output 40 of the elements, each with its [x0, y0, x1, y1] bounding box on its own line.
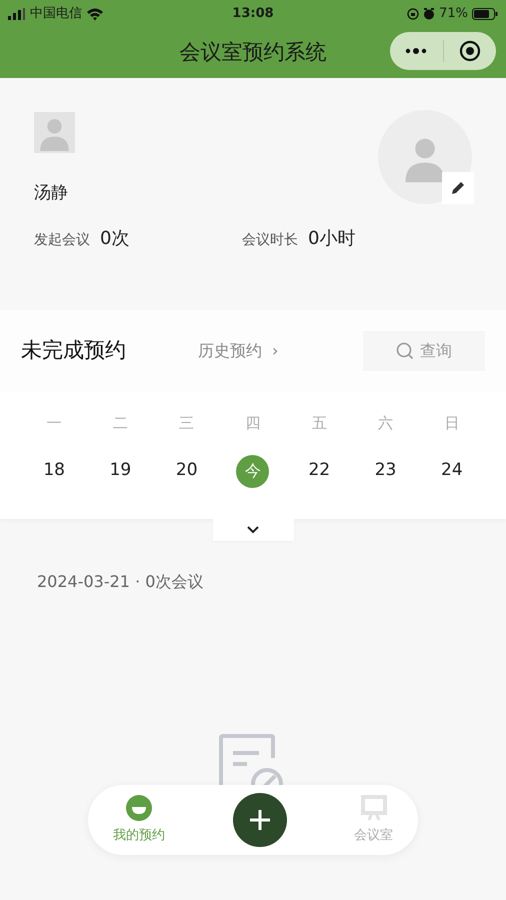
avatar-placeholder-icon	[34, 112, 75, 153]
weekday-label: 一	[46, 413, 62, 434]
weekday-label: 五	[312, 413, 327, 434]
date-summary: 2024-03-21 · 0次会议	[36, 571, 204, 593]
wifi-icon	[86, 8, 104, 20]
battery-icon	[472, 8, 498, 20]
clock-time: 13:08	[231, 5, 275, 24]
add-button[interactable]	[232, 793, 286, 847]
target-icon	[458, 40, 481, 62]
stat-value: 0小时	[308, 226, 356, 250]
user-name: 汤静	[34, 182, 68, 205]
section-title: 未完成预约	[21, 337, 127, 364]
day-cell[interactable]: 24	[435, 454, 468, 488]
weekday-label: 六	[378, 413, 394, 434]
stat-label: 会议时长	[242, 230, 298, 250]
weekday-label: 三	[179, 413, 194, 434]
plus-icon	[248, 809, 270, 831]
pencil-icon	[450, 180, 466, 196]
carrier-name: 中国电信	[30, 5, 82, 24]
day-cell[interactable]: 22	[302, 454, 336, 488]
alarm-icon	[423, 8, 436, 20]
weekday-label: 日	[444, 413, 460, 434]
rotation-lock-icon	[407, 8, 420, 20]
nav-title: 会议室预约系统	[180, 39, 326, 66]
more-icon	[405, 48, 428, 54]
day-cell[interactable]: 19	[104, 454, 137, 488]
day-cell[interactable]: 18	[38, 454, 71, 488]
weekday-label: 二	[112, 413, 128, 434]
battery-percent: 71%	[439, 5, 468, 24]
stat-value: 0次	[100, 226, 130, 250]
chevron-down-icon	[247, 526, 259, 534]
weekday-label: 四	[245, 413, 260, 434]
search-icon	[396, 342, 414, 360]
day-cell[interactable]: 23	[369, 454, 402, 488]
day-cell[interactable]: 20	[170, 454, 204, 488]
presentation-board-icon	[360, 794, 388, 822]
stat-label: 发起会议	[34, 230, 90, 250]
signal-icon	[8, 8, 26, 20]
edit-button[interactable]	[442, 172, 474, 204]
smile-icon	[125, 794, 153, 822]
